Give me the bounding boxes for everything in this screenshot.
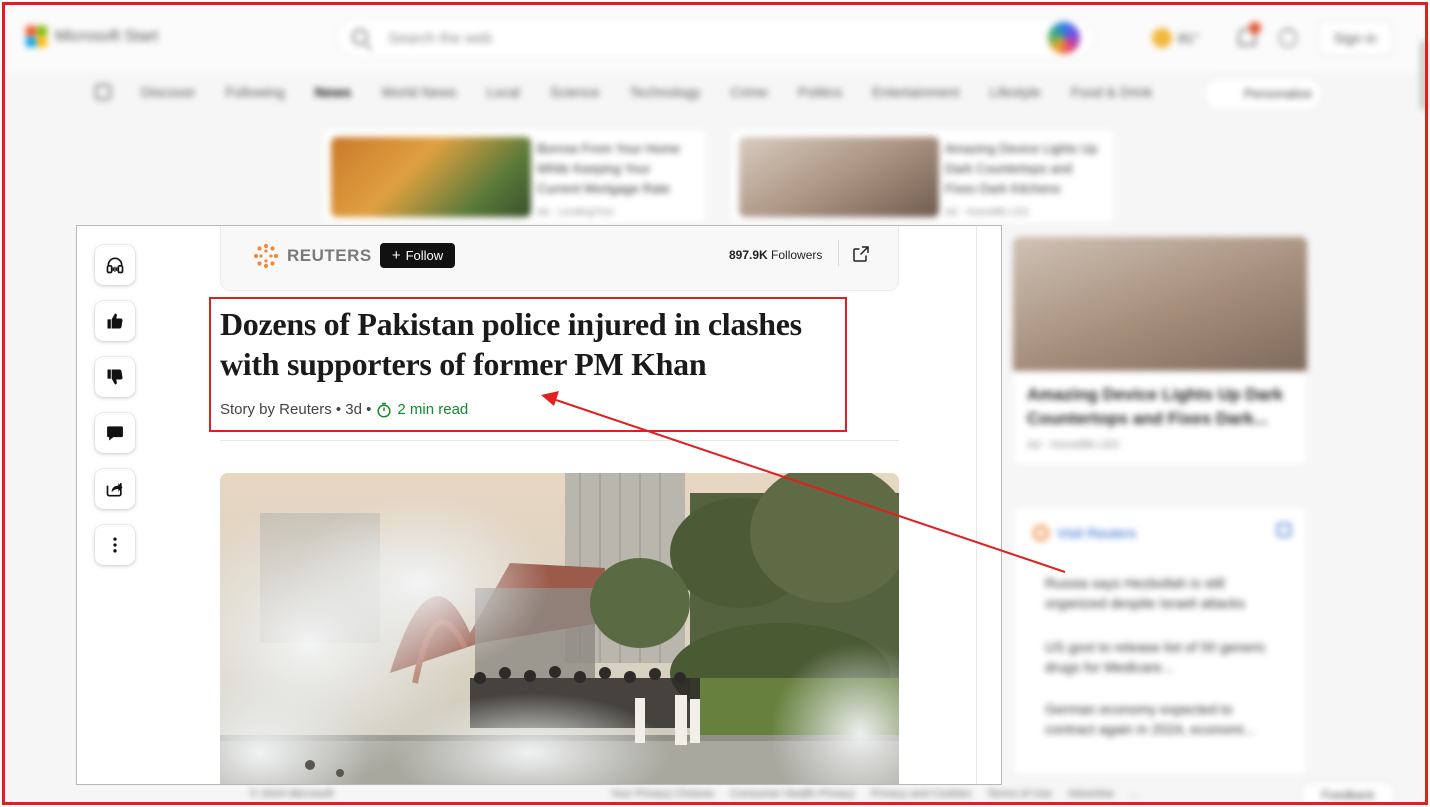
- top-bar: Microsoft Start Search the web 81° Sign …: [0, 0, 1430, 72]
- external-link-icon[interactable]: [1277, 523, 1291, 537]
- article-hero-image[interactable]: [220, 473, 899, 784]
- plus-icon: +: [391, 247, 401, 264]
- related-story[interactable]: German economy expected to contract agai…: [1045, 699, 1275, 739]
- ad-card[interactable]: Borrow From Your Home While Keeping Your…: [322, 128, 707, 224]
- ad-meta: Ad · HomeBlk LED: [945, 207, 1029, 218]
- share-icon: [106, 483, 123, 497]
- article-action-rail: [95, 245, 135, 565]
- footer-link[interactable]: Privacy and Cookies: [871, 788, 971, 800]
- thumbs-up-icon: [107, 313, 123, 329]
- open-external-icon[interactable]: [853, 246, 869, 262]
- divider: [220, 440, 899, 441]
- ad-card[interactable]: Amazing Device Lights Up Dark Countertop…: [730, 128, 1115, 224]
- sponsored-card[interactable]: Amazing Device Lights Up Dark Countertop…: [1012, 236, 1308, 466]
- sponsored-image: [1013, 237, 1307, 371]
- nav-item-following[interactable]: Following: [225, 84, 284, 100]
- footer-link[interactable]: Terms of Use: [987, 788, 1052, 800]
- search-placeholder: Search the web: [388, 30, 493, 47]
- comment-icon: [107, 426, 123, 441]
- nav-item-world-news[interactable]: World News: [381, 84, 456, 100]
- sponsored-title: Amazing Device Lights Up Dark Countertop…: [1027, 385, 1284, 428]
- category-nav: Discover Following News World News Local…: [95, 84, 1152, 100]
- search-input[interactable]: Search the web: [335, 17, 1095, 59]
- footer-link[interactable]: ...: [1130, 788, 1139, 800]
- headphones-icon: [106, 257, 124, 274]
- headline-highlight-box: [209, 297, 847, 432]
- nav-item-news[interactable]: News: [315, 84, 352, 100]
- followers-number: 897.9K: [729, 248, 768, 262]
- weather-icon: [1152, 28, 1172, 48]
- settings-gear-icon[interactable]: [1278, 28, 1298, 48]
- brand-logo[interactable]: Microsoft Start: [26, 26, 158, 47]
- footer-links: Your Privacy Choices Consumer Health Pri…: [610, 788, 1139, 800]
- microsoft-logo-icon: [26, 26, 47, 47]
- reuters-logo-icon: [253, 243, 279, 269]
- page-scrollbar[interactable]: [1420, 40, 1427, 110]
- nav-item-crime[interactable]: Crime: [731, 84, 768, 100]
- listen-button[interactable]: [95, 245, 135, 285]
- ad-thumbnail: [331, 137, 531, 217]
- ad-thumbnail: [739, 137, 939, 217]
- nav-item-discover[interactable]: Discover: [141, 84, 195, 100]
- follow-label: Follow: [405, 248, 444, 263]
- weather-temp: 81°: [1178, 30, 1200, 46]
- brand-name: Microsoft Start: [55, 27, 159, 45]
- followers-label: Followers: [771, 248, 823, 262]
- nav-item-technology[interactable]: Technology: [630, 84, 701, 100]
- search-icon: [352, 29, 368, 45]
- apps-grid-icon[interactable]: [95, 84, 111, 100]
- publisher-name: REUTERS: [287, 246, 372, 265]
- ad-meta: Ad · LendingTree: [537, 207, 614, 218]
- sign-in-button[interactable]: Sign in: [1318, 20, 1392, 56]
- ad-title: Borrow From Your Home While Keeping Your…: [537, 141, 681, 196]
- column-divider: [976, 226, 977, 784]
- dislike-button[interactable]: [95, 357, 135, 397]
- weather-widget[interactable]: 81°: [1152, 28, 1199, 48]
- footer-link[interactable]: Consumer Health Privacy: [730, 788, 855, 800]
- thumbs-down-icon: [107, 369, 123, 385]
- divider: [838, 240, 839, 266]
- more-icon: [113, 537, 117, 553]
- like-button[interactable]: [95, 301, 135, 341]
- related-story[interactable]: Russia says Hezbollah is still organized…: [1045, 573, 1275, 613]
- nav-item-science[interactable]: Science: [550, 84, 600, 100]
- followers-count: 897.9K Followers: [729, 248, 822, 262]
- feedback-button[interactable]: Feedback: [1300, 781, 1396, 807]
- more-from-reuters-panel: Visit Reuters Russia says Hezbollah is s…: [1012, 506, 1308, 776]
- reuters-logo-icon: [1033, 525, 1049, 541]
- copilot-icon[interactable]: [1048, 22, 1080, 54]
- sponsored-meta: Ad · HomeBlk LED: [1027, 439, 1120, 451]
- footer-copyright: © 2024 Microsoft: [250, 788, 334, 800]
- related-story[interactable]: US govt to release list of 50 generic dr…: [1045, 637, 1275, 677]
- publisher-logo[interactable]: REUTERS: [253, 243, 372, 269]
- share-button[interactable]: [95, 469, 135, 509]
- footer-link[interactable]: Advertise: [1068, 788, 1114, 800]
- footer-link[interactable]: Your Privacy Choices: [610, 788, 714, 800]
- nav-item-entertainment[interactable]: Entertainment: [872, 84, 959, 100]
- nav-item-local[interactable]: Local: [486, 84, 519, 100]
- nav-item-food-drink[interactable]: Food & Drink: [1071, 84, 1153, 100]
- more-options-button[interactable]: [95, 525, 135, 565]
- comment-button[interactable]: [95, 413, 135, 453]
- personalize-button[interactable]: Personalize: [1203, 77, 1323, 111]
- visit-reuters-label: Visit Reuters: [1057, 525, 1137, 541]
- nav-item-politics[interactable]: Politics: [798, 84, 842, 100]
- follow-button[interactable]: + Follow: [380, 243, 455, 268]
- publisher-bar: REUTERS + Follow 897.9K Followers: [220, 226, 899, 291]
- protest-photo-illustration: [220, 473, 899, 784]
- visit-reuters-link[interactable]: Visit Reuters: [1033, 525, 1136, 541]
- notification-badge: [1249, 22, 1261, 34]
- ad-title: Amazing Device Lights Up Dark Countertop…: [945, 141, 1098, 196]
- nav-item-lifestyle[interactable]: Lifestyle: [989, 84, 1040, 100]
